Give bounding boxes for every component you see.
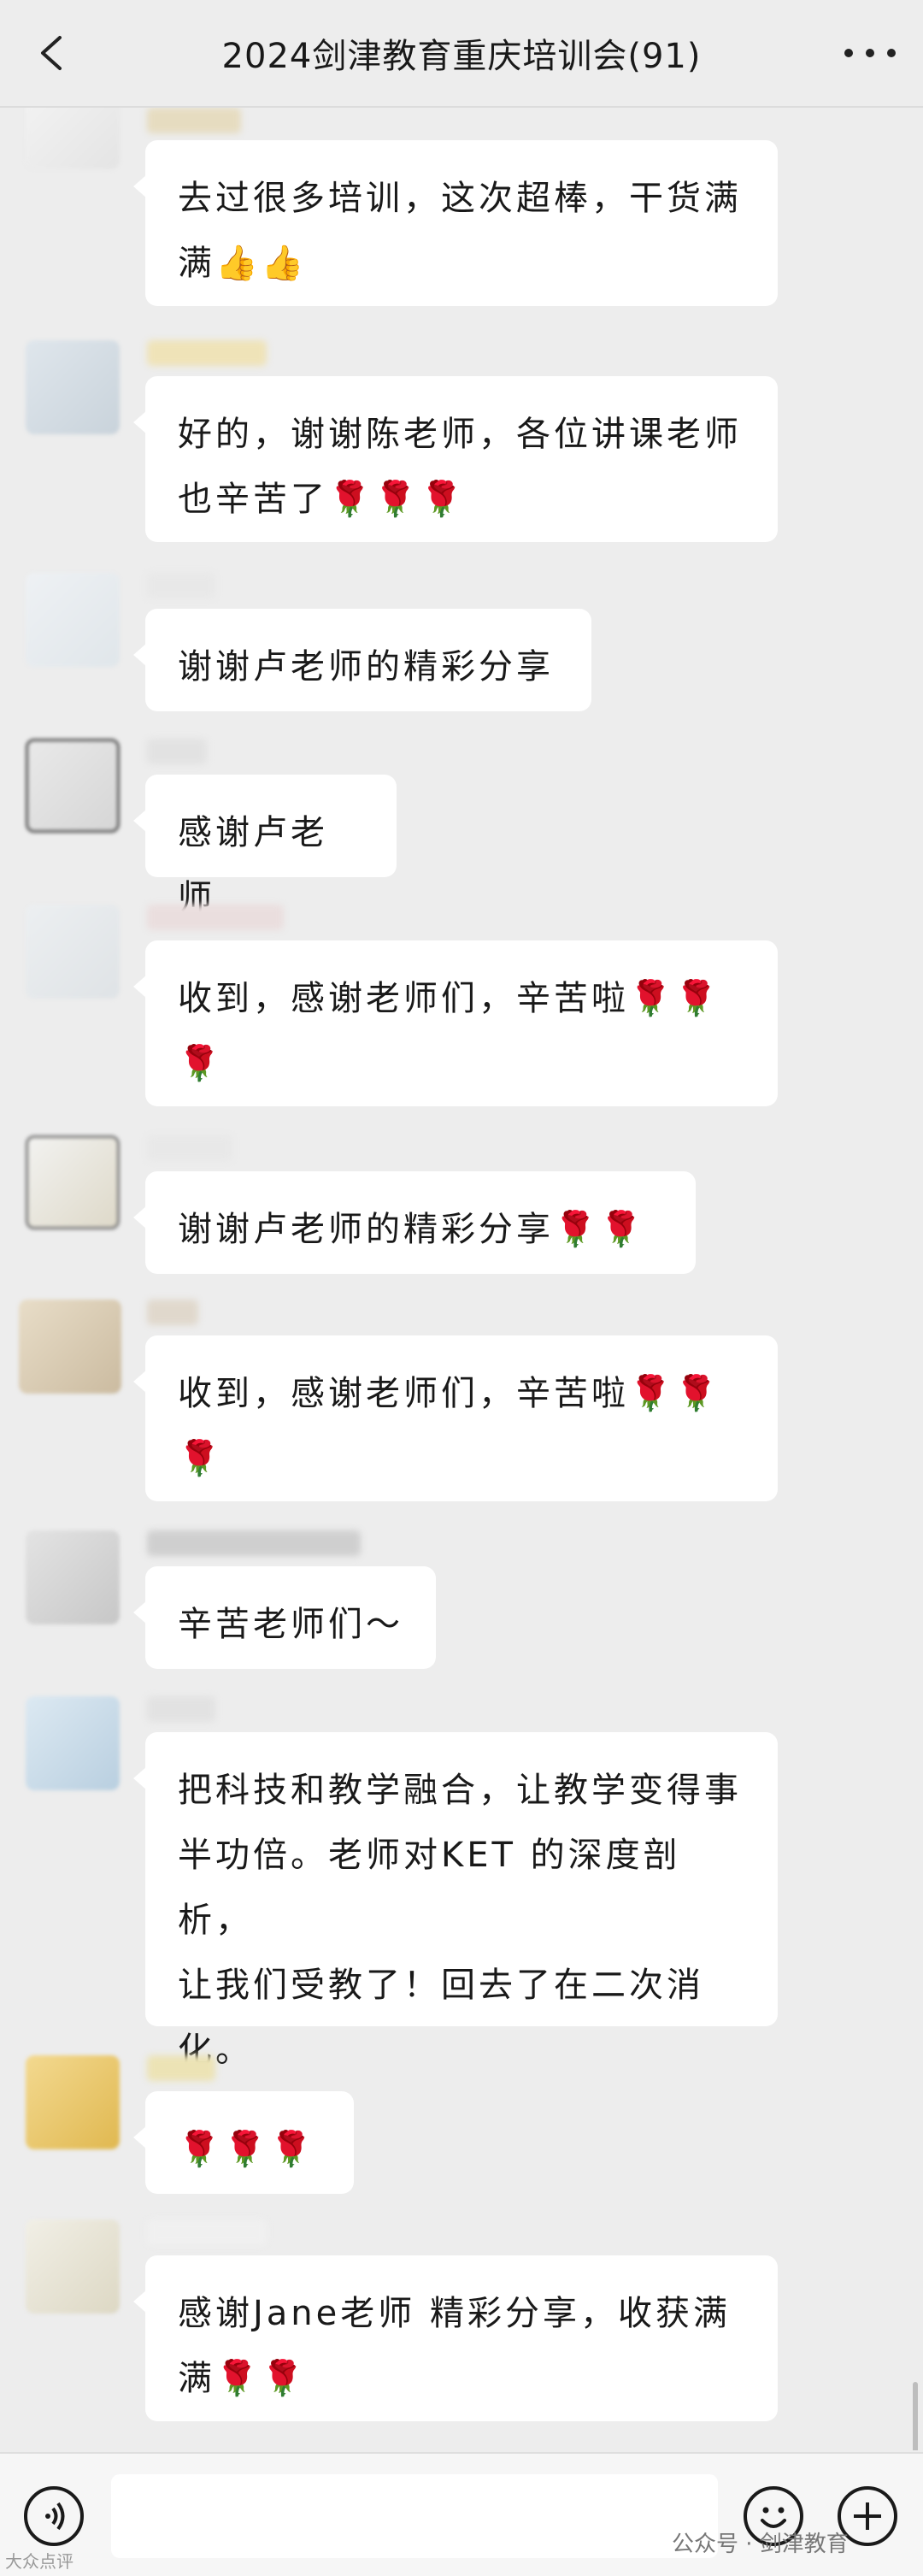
sender-name (147, 739, 207, 764)
sender-name (147, 340, 267, 366)
voice-icon[interactable] (24, 2486, 84, 2546)
message-bubble[interactable]: 把科技和教学融合，让教学变得事 半功倍。老师对KET 的深度剖析， 让我们受教了… (133, 1732, 778, 2070)
avatar[interactable] (26, 905, 120, 999)
message-bubble[interactable]: 感谢Jane老师 精彩分享，收获满 满🌹🌹 (133, 2255, 778, 2421)
avatar[interactable] (19, 1300, 121, 1394)
more-dots-icon[interactable] (844, 34, 896, 72)
watermark-left: 大众点评 (5, 2551, 73, 2572)
message-bubble[interactable]: 收到，感谢老师们，辛苦啦🌹🌹 🌹 (133, 940, 778, 1106)
avatar[interactable] (26, 340, 120, 434)
sender-name (147, 1300, 198, 1325)
message-bubble[interactable]: 去过很多培训，这次超棒，干货满 满👍👍 (133, 140, 778, 306)
chat-title: 2024剑津教育重庆培训会(91) (221, 37, 702, 76)
avatar[interactable] (26, 739, 120, 833)
avatar[interactable] (26, 1530, 120, 1624)
sender-name (147, 1135, 232, 1161)
scrollbar[interactable] (913, 2382, 918, 2450)
message-list[interactable]: 去过很多培训，这次超棒，干货满 满👍👍 好的，谢谢陈老师，各位讲课老师 也辛苦了… (0, 108, 923, 2450)
sender-name (147, 905, 284, 930)
message-bubble[interactable]: 辛苦老师们～ (133, 1566, 436, 1669)
sender-name (147, 573, 215, 598)
message-bubble[interactable]: 感谢卢老师 (133, 775, 397, 917)
avatar[interactable] (26, 573, 120, 667)
sender-name (147, 2055, 215, 2081)
avatar[interactable] (26, 2219, 120, 2314)
message-bubble[interactable]: 谢谢卢老师的精彩分享🌹🌹 (133, 1171, 696, 1274)
avatar[interactable] (26, 108, 120, 169)
message-input[interactable] (111, 2474, 718, 2558)
message-bubble[interactable]: 谢谢卢老师的精彩分享 (133, 609, 591, 711)
chevron-left-icon[interactable] (34, 34, 68, 72)
message-bubble[interactable]: 🌹🌹🌹 (133, 2091, 354, 2194)
message-bubble[interactable]: 好的，谢谢陈老师，各位讲课老师 也辛苦了🌹🌹🌹 (133, 376, 778, 542)
message-bubble[interactable]: 收到，感谢老师们，辛苦啦🌹🌹 🌹 (133, 1335, 778, 1501)
sender-name (147, 1696, 215, 1722)
sender-name (147, 1530, 361, 1556)
avatar[interactable] (26, 2055, 120, 2149)
sender-name (147, 2219, 267, 2245)
avatar[interactable] (26, 1135, 120, 1229)
avatar[interactable] (26, 1696, 120, 1790)
watermark: 公众号 · 剑津教育 (672, 2532, 849, 2557)
chat-header: 2024剑津教育重庆培训会(91) (0, 0, 923, 108)
sender-name (147, 108, 241, 133)
